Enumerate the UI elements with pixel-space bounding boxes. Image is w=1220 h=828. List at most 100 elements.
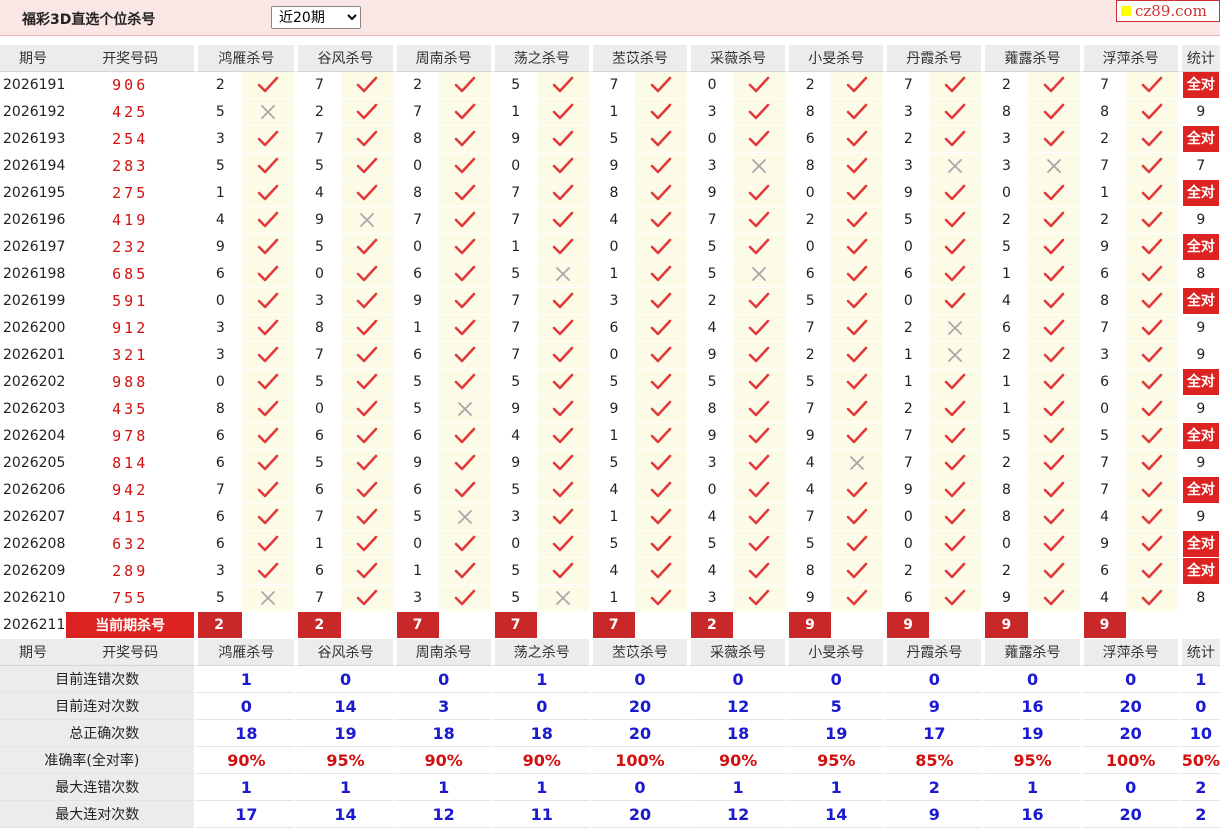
stats-value: 12 (392, 801, 491, 828)
kill-value: 7 (392, 99, 439, 126)
kill-value: 0 (883, 288, 930, 315)
row-total: 全对 (1177, 369, 1220, 396)
col-expert[interactable]: 鸿雁杀号 (194, 45, 295, 72)
row-total: 全对 (1177, 531, 1220, 558)
check-icon (438, 450, 491, 477)
kill-value: 2 (883, 315, 930, 342)
draw-number: 289 (66, 558, 195, 585)
kill-value: 5 (490, 261, 537, 288)
kill-value: 1 (392, 315, 439, 342)
check-icon (242, 72, 295, 99)
table-row: 2026204 978 6 6 6 4 1 9 9 7 5 5 全对 (0, 423, 1220, 450)
col-expert[interactable]: 鸿雁杀号 (194, 639, 295, 666)
col-expert[interactable]: 采薇杀号 (687, 45, 786, 72)
kill-value: 4 (294, 180, 341, 207)
cross-icon (438, 396, 491, 423)
kill-value: 0 (981, 531, 1028, 558)
period-range-select[interactable]: 近20期 (271, 6, 361, 29)
check-icon (438, 153, 491, 180)
cross-icon (929, 153, 982, 180)
col-expert[interactable]: 蕹露杀号 (981, 639, 1080, 666)
kill-value: 8 (392, 180, 439, 207)
kill-value: 2 (1079, 207, 1126, 234)
kill-value: 8 (392, 126, 439, 153)
col-expert[interactable]: 丹霞杀号 (883, 45, 982, 72)
stats-value: 18 (194, 720, 295, 747)
check-icon (929, 585, 982, 612)
kill-value: 0 (883, 504, 930, 531)
col-expert[interactable]: 浮萍杀号 (1079, 639, 1178, 666)
all-correct-badge: 全对 (1182, 423, 1219, 449)
kill-value: 9 (687, 423, 734, 450)
cross-icon (1027, 153, 1080, 180)
check-icon (1027, 369, 1080, 396)
table-row: 2026209 289 3 6 1 5 4 4 8 2 2 6 全对 (0, 558, 1220, 585)
col-expert[interactable]: 荡之杀号 (490, 639, 589, 666)
col-expert[interactable]: 蕹露杀号 (981, 45, 1080, 72)
col-expert[interactable]: 周南杀号 (392, 639, 491, 666)
period-number: 2026208 (0, 531, 67, 558)
check-icon (340, 504, 393, 531)
stats-value: 0 (588, 666, 688, 693)
col-expert[interactable]: 采薇杀号 (687, 639, 786, 666)
all-correct-badge: 全对 (1182, 126, 1219, 152)
draw-number: 254 (66, 126, 195, 153)
logo-square-icon (1121, 6, 1131, 16)
check-icon (733, 504, 786, 531)
col-expert[interactable]: 小旻杀号 (785, 639, 884, 666)
kill-value: 3 (981, 126, 1028, 153)
stats-total: 2 (1177, 801, 1220, 828)
check-icon (1125, 180, 1178, 207)
kill-value: 9 (490, 396, 537, 423)
col-expert[interactable]: 荡之杀号 (490, 45, 589, 72)
check-icon (634, 342, 688, 369)
table-row: 2026196 419 4 9 7 7 4 7 2 5 2 2 9 (0, 207, 1220, 234)
check-icon (438, 288, 491, 315)
col-expert[interactable]: 周南杀号 (392, 45, 491, 72)
col-expert[interactable]: 浮萍杀号 (1079, 45, 1178, 72)
kill-value: 9 (490, 126, 537, 153)
kill-value: 5 (294, 450, 341, 477)
kill-value: 5 (194, 153, 243, 180)
check-icon (634, 396, 688, 423)
col-expert[interactable]: 丹霞杀号 (883, 639, 982, 666)
kill-value: 6 (392, 477, 439, 504)
col-expert[interactable]: 谷风杀号 (294, 45, 393, 72)
site-logo[interactable]: cz89.com (1116, 0, 1220, 22)
check-icon (1125, 99, 1178, 126)
kill-value: 3 (490, 504, 537, 531)
stats-value: 9 (883, 801, 982, 828)
check-icon (929, 288, 982, 315)
check-icon (340, 450, 393, 477)
col-expert[interactable]: 苤苡杀号 (588, 45, 688, 72)
stats-value: 0 (981, 666, 1080, 693)
check-icon (1125, 504, 1178, 531)
kill-value: 1 (588, 423, 635, 450)
kill-value: 5 (687, 234, 734, 261)
check-icon (733, 450, 786, 477)
kill-value: 7 (1079, 315, 1126, 342)
check-icon (733, 99, 786, 126)
check-icon (340, 342, 393, 369)
check-icon (1027, 288, 1080, 315)
col-expert[interactable]: 谷风杀号 (294, 639, 393, 666)
draw-number: 321 (66, 342, 195, 369)
table-row: 2026201 321 3 7 6 7 0 9 2 1 2 3 9 (0, 342, 1220, 369)
col-expert[interactable]: 小旻杀号 (785, 45, 884, 72)
kill-value: 5 (1079, 423, 1126, 450)
stats-label: 目前连错次数 (0, 666, 195, 693)
kill-value: 3 (194, 315, 243, 342)
kill-value: 4 (687, 504, 734, 531)
current-period: 2026211 (0, 612, 67, 639)
current-kill-blank (831, 612, 884, 639)
check-icon (634, 585, 688, 612)
kill-value: 2 (687, 288, 734, 315)
col-expert[interactable]: 苤苡杀号 (588, 639, 688, 666)
check-icon (1027, 396, 1080, 423)
check-icon (438, 585, 491, 612)
current-kill-value: 2 (294, 612, 341, 639)
kill-value: 7 (1079, 153, 1126, 180)
table-row: 2026203 435 8 0 5 9 9 8 7 2 1 0 9 (0, 396, 1220, 423)
current-kill-blank (340, 612, 393, 639)
kill-value: 6 (883, 261, 930, 288)
